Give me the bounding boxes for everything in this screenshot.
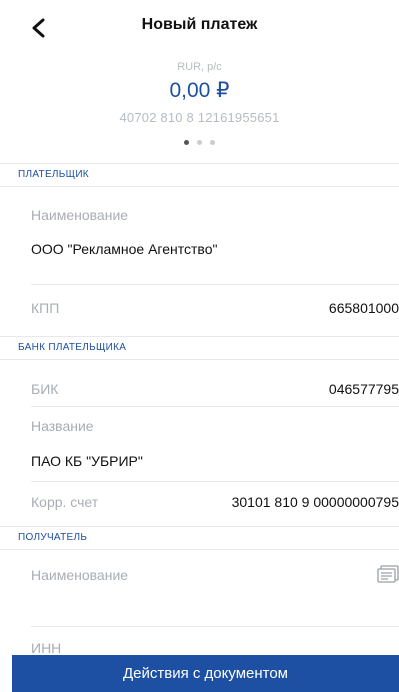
account-pager[interactable] bbox=[0, 140, 399, 145]
pager-dot-3[interactable] bbox=[210, 140, 215, 145]
recipient-inn-label: ИНН bbox=[31, 640, 62, 656]
divider bbox=[31, 626, 399, 627]
divider bbox=[31, 284, 399, 285]
bank-name-label: Название bbox=[31, 418, 94, 434]
document-actions-button[interactable]: Действия с документом bbox=[12, 655, 399, 692]
pager-dot-1[interactable] bbox=[184, 140, 189, 145]
document-select-icon[interactable] bbox=[377, 565, 399, 583]
payer-name-label: Наименование bbox=[31, 207, 129, 223]
bank-bik-value[interactable]: 046577795 bbox=[329, 381, 399, 397]
section-payer-bank-header: БАНК ПЛАТЕЛЬЩИКА bbox=[0, 336, 399, 360]
divider bbox=[31, 481, 399, 482]
divider bbox=[31, 406, 399, 407]
header: Новый платеж bbox=[0, 0, 399, 56]
account-number: 40702 810 8 12161955651 bbox=[119, 110, 280, 125]
bank-bik-label: БИК bbox=[31, 381, 59, 397]
bank-name-value[interactable]: ПАО КБ "УБРИР" bbox=[31, 453, 143, 469]
page-title: Новый платеж bbox=[141, 16, 258, 33]
payer-kpp-label: КПП bbox=[31, 300, 60, 316]
bank-corr-label: Корр. счет bbox=[31, 494, 99, 510]
account-balance: 0,00 ₽ bbox=[169, 79, 230, 102]
account-type: RUR, р/с bbox=[177, 61, 222, 73]
payer-name-value[interactable]: ООО "Рекламное Агентство" bbox=[31, 241, 217, 257]
section-payer-header: ПЛАТЕЛЬЩИК bbox=[0, 163, 399, 187]
bank-corr-value[interactable]: 30101 810 9 00000000795 bbox=[232, 494, 399, 510]
pager-dot-2[interactable] bbox=[197, 140, 202, 145]
recipient-name-label: Наименование bbox=[31, 567, 129, 583]
payer-kpp-value[interactable]: 665801000 bbox=[329, 300, 399, 316]
section-recipient-header: ПОЛУЧАТЕЛЬ bbox=[0, 526, 399, 550]
